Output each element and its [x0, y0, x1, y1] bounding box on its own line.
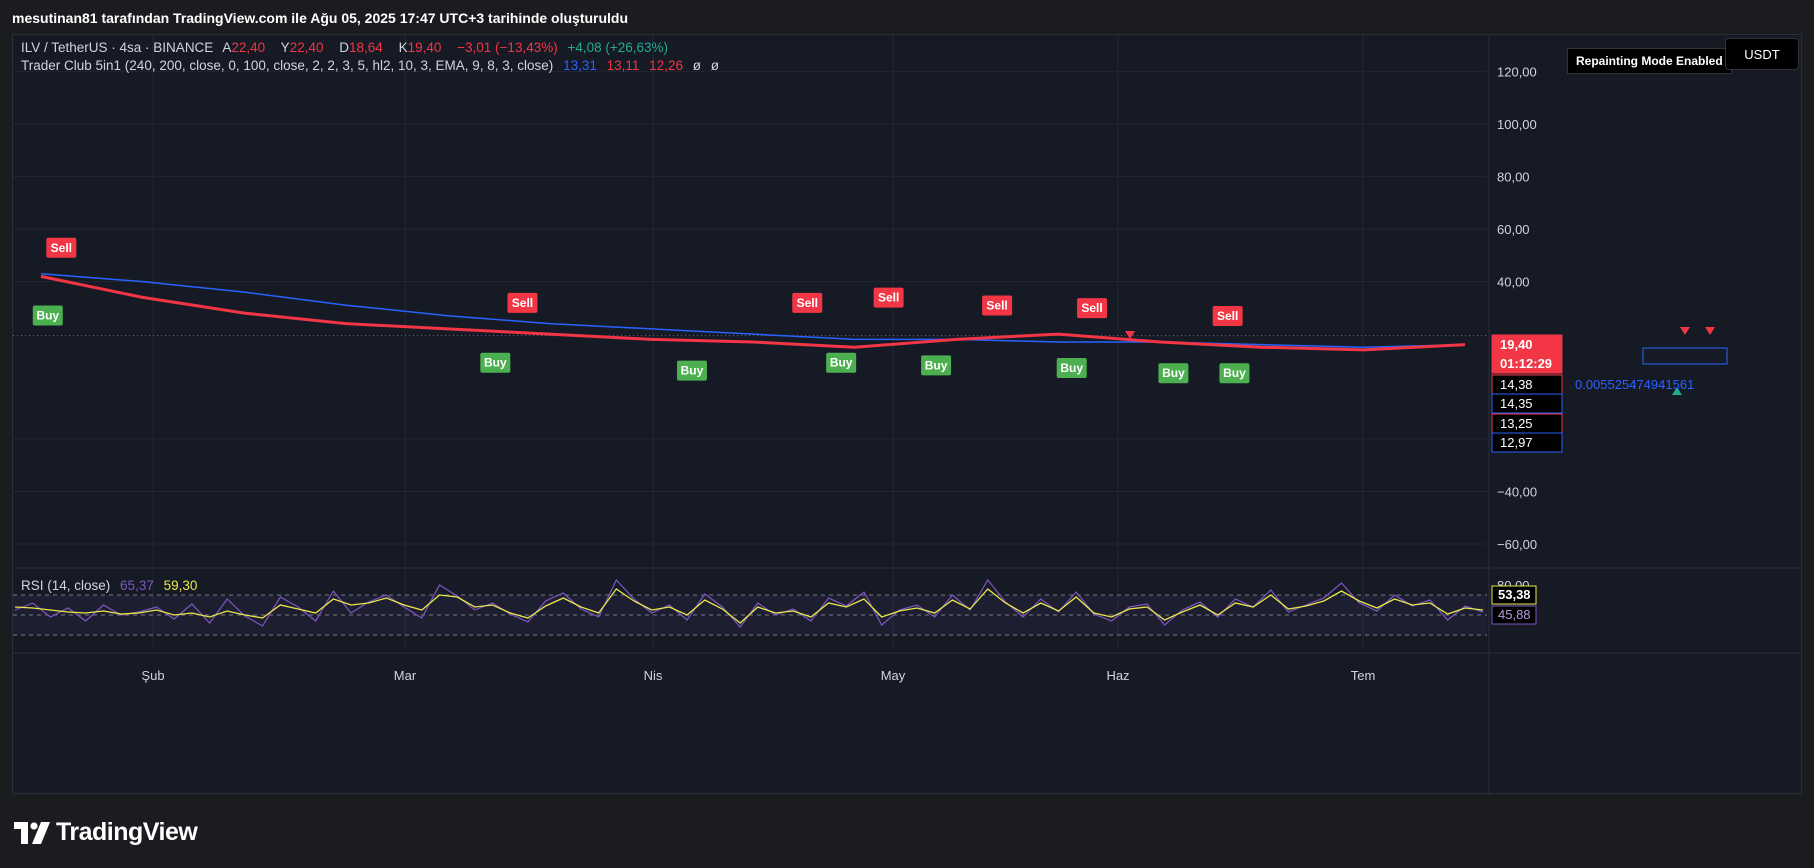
- tradingview-logo: TradingView: [14, 818, 198, 847]
- indicator-value-5: ø: [710, 58, 719, 73]
- sell-arrow-marker: [1125, 331, 1135, 339]
- symbol-name[interactable]: ILV / TetherUS · 4sa · BINANCE: [21, 40, 213, 55]
- x-tick-label: Mar: [394, 668, 417, 683]
- x-tick-label: Tem: [1351, 668, 1376, 683]
- price-axis-label-text: 12,97: [1500, 435, 1533, 450]
- rsi-title[interactable]: RSI (14, close): [21, 578, 110, 593]
- annotation-text: 0.005525474941561: [1575, 377, 1694, 392]
- tradingview-logo-icon: [14, 821, 50, 844]
- indicator-value-3: 12,26: [649, 58, 683, 73]
- price-axis-label-text: 14,38: [1500, 377, 1533, 392]
- rsi-axis-label-text: 53,38: [1498, 587, 1531, 602]
- currency-button[interactable]: USDT: [1725, 38, 1799, 70]
- indicator-value-1: 13,31: [563, 58, 597, 73]
- open-label: A: [222, 40, 232, 55]
- buy-signal-label: Buy: [925, 358, 948, 372]
- open-value: 22,40: [231, 40, 266, 55]
- low-value: 18,64: [349, 40, 383, 55]
- y-tick-label: 120,00: [1497, 65, 1537, 80]
- buy-signal-label: Buy: [1162, 366, 1185, 380]
- range-box: [1642, 347, 1728, 365]
- indicator-info-line: Trader Club 5in1 (240, 200, close, 0, 10…: [21, 58, 725, 73]
- y-tick-label: 100,00: [1497, 117, 1537, 132]
- sell-signal-label: Sell: [51, 241, 72, 255]
- x-tick-label: May: [881, 668, 906, 683]
- repainting-mode-badge: Repainting Mode Enabled: [1567, 48, 1732, 74]
- high-label: Y: [280, 40, 290, 55]
- buy-signal-label: Buy: [830, 356, 853, 370]
- tradingview-logo-text: TradingView: [56, 818, 198, 846]
- price-axis-label-text: 01:12:29: [1500, 356, 1552, 371]
- rsi-axis-label-text: 45,88: [1498, 607, 1531, 622]
- x-tick-label: Şub: [141, 668, 164, 683]
- chart-canvas[interactable]: 120,00100,0080,0060,0040,00−20,00−40,00−…: [13, 35, 1803, 795]
- buy-signal-label: Buy: [484, 356, 507, 370]
- change-value: −3,01 (−13,43%): [457, 40, 558, 55]
- indicator-value-4: ø: [692, 58, 701, 73]
- price-axis-label-text: 13,25: [1500, 416, 1533, 431]
- sell-signal-label: Sell: [878, 291, 899, 305]
- sell-signal-label: Sell: [1217, 309, 1238, 323]
- y-tick-label: 40,00: [1497, 275, 1530, 290]
- x-tick-label: Haz: [1106, 668, 1129, 683]
- x-tick-label: Nis: [644, 668, 663, 683]
- change-value-2: +4,08 (+26,63%): [567, 40, 669, 55]
- sell-signal-label: Sell: [797, 296, 818, 310]
- rsi-value: 65,37: [120, 578, 154, 593]
- y-tick-label: 60,00: [1497, 222, 1530, 237]
- chart-panel[interactable]: 120,00100,0080,0060,0040,00−20,00−40,00−…: [12, 34, 1803, 795]
- sell-signal-label: Sell: [986, 298, 1007, 312]
- price-axis-label-text: 19,40: [1500, 337, 1533, 352]
- close-label: K: [398, 40, 408, 55]
- buy-signal-label: Buy: [36, 309, 59, 323]
- indicator-name[interactable]: Trader Club 5in1 (240, 200, close, 0, 10…: [21, 58, 553, 73]
- sell-arrow-marker: [1680, 327, 1690, 335]
- rsi-ma-value: 59,30: [163, 578, 198, 593]
- series-line-blue: [40, 273, 1466, 348]
- high-value: 22,40: [289, 40, 324, 55]
- chart-caption: mesutinan81 tarafından TradingView.com i…: [12, 10, 629, 26]
- price-axis-label-text: 14,35: [1500, 396, 1533, 411]
- y-tick-label: −40,00: [1497, 485, 1537, 500]
- buy-signal-label: Buy: [1223, 366, 1246, 380]
- sell-signal-label: Sell: [1081, 301, 1102, 315]
- y-tick-label: 80,00: [1497, 170, 1530, 185]
- buy-signal-label: Buy: [681, 364, 704, 378]
- low-label: D: [339, 40, 349, 55]
- rsi-info-line: RSI (14, close) 65,37 59,30: [21, 578, 203, 593]
- indicator-value-2: 13,11: [606, 58, 640, 73]
- series-line-red: [40, 274, 1466, 352]
- y-tick-label: −60,00: [1497, 537, 1537, 552]
- sell-signal-label: Sell: [512, 296, 533, 310]
- buy-signal-label: Buy: [1060, 361, 1083, 375]
- sell-arrow-marker: [1705, 327, 1715, 335]
- symbol-info-line: ILV / TetherUS · 4sa · BINANCE A22,40 Y2…: [21, 40, 674, 55]
- close-value: 19,40: [407, 40, 442, 55]
